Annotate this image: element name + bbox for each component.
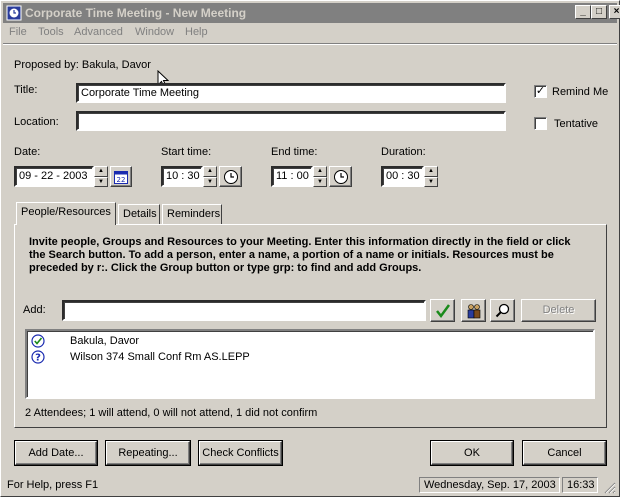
question-glyph: ? [35,353,41,364]
status-date: Wednesday, Sep. 17, 2003 [419,477,560,493]
start-time-clock-button[interactable] [219,166,242,187]
cancel-button[interactable]: Cancel [523,441,606,465]
date-label: Date: [14,146,41,158]
add-input[interactable] [62,300,426,321]
confirm-add-button[interactable] [430,299,455,322]
duration-label: Duration: [381,146,426,158]
instructions-text: Invite people, Groups and Resources to y… [29,236,571,274]
menu-file[interactable]: File [9,26,27,38]
date-spinner[interactable]: ▲ ▼ [94,166,108,187]
repeating-button[interactable]: Repeating... [106,441,190,465]
search-button[interactable] [490,299,515,322]
question-circle-icon: ? [31,350,45,364]
check-conflicts-button[interactable]: Check Conflicts [199,441,282,465]
duration-input[interactable]: 00 : 30 [381,166,424,187]
group-people-icon [467,303,480,318]
status-time: 16:33 [562,477,598,493]
menu-help[interactable]: Help [185,26,208,38]
minimize-button[interactable]: _ [575,5,591,19]
location-label: Location: [14,116,59,128]
attendee-summary: 2 Attendees; 1 will attend, 0 will not a… [25,407,318,419]
start-time-label: Start time: [161,146,212,158]
calendar-icon: 22 [114,170,128,184]
attendee-name: Wilson 374 Small Conf Rm AS.LEPP [70,351,250,363]
remind-me-label[interactable]: Remind Me [552,86,608,98]
attendee-item[interactable]: ? Wilson 374 Small Conf Rm AS.LEPP [31,349,250,365]
attendee-name: Bakula, Davor [70,335,140,347]
tentative-label[interactable]: Tentative [554,118,598,130]
tab-reminders[interactable]: Reminders [162,204,222,224]
status-help-text: For Help, press F1 [7,479,99,491]
menu-tools[interactable]: Tools [38,26,64,38]
clock-icon [333,169,348,184]
add-date-button[interactable]: Add Date... [15,441,97,465]
end-time-label: End time: [271,146,318,158]
close-button[interactable]: × [609,5,620,19]
tab-details[interactable]: Details [118,204,160,224]
start-time-input[interactable]: 10 : 30 [161,166,203,187]
app-clock-icon [6,5,22,21]
date-input[interactable]: 09 - 22 - 2003 [14,166,94,187]
maximize-button[interactable]: □ [591,5,607,19]
attendee-list[interactable]: Bakula, Davor ? Wilson 374 Small Conf Rm… [25,329,595,399]
delete-button[interactable]: Delete [521,299,596,322]
menu-window[interactable]: Window [135,26,174,38]
remind-me-checkbox[interactable]: ✓ [534,85,547,98]
svg-text:22: 22 [117,176,126,184]
calendar-button[interactable]: 22 [110,166,132,187]
duration-spinner[interactable]: ▲ ▼ [424,166,438,187]
menu-advanced[interactable]: Advanced [74,26,123,38]
end-time-clock-button[interactable] [329,166,352,187]
search-icon [495,303,509,317]
tentative-checkbox[interactable] [534,117,547,130]
tab-people-resources[interactable]: People/Resources [16,202,116,225]
ok-button[interactable]: OK [431,441,513,465]
green-check-icon [435,303,450,318]
end-time-spinner[interactable]: ▲ ▼ [313,166,327,187]
group-button[interactable] [461,299,486,322]
window-title: Corporate Time Meeting - New Meeting [25,6,247,20]
clock-icon [223,169,238,184]
title-input[interactable]: Corporate Time Meeting [76,83,506,103]
resize-grip-icon[interactable] [603,481,616,494]
attendee-item[interactable]: Bakula, Davor [31,333,139,349]
proposed-by-text: Proposed by: Bakula, Davor [14,59,151,71]
check-circle-icon [31,334,45,348]
start-time-spinner[interactable]: ▲ ▼ [203,166,217,187]
add-label: Add: [23,304,46,316]
title-bar[interactable]: Corporate Time Meeting - New Meeting _ □… [3,3,620,23]
title-label: Title: [14,84,38,96]
menu-separator [3,43,617,45]
location-input[interactable] [76,111,506,131]
menu-bar: File Tools Advanced Window Help [3,24,617,42]
end-time-input[interactable]: 11 : 00 [271,166,313,187]
